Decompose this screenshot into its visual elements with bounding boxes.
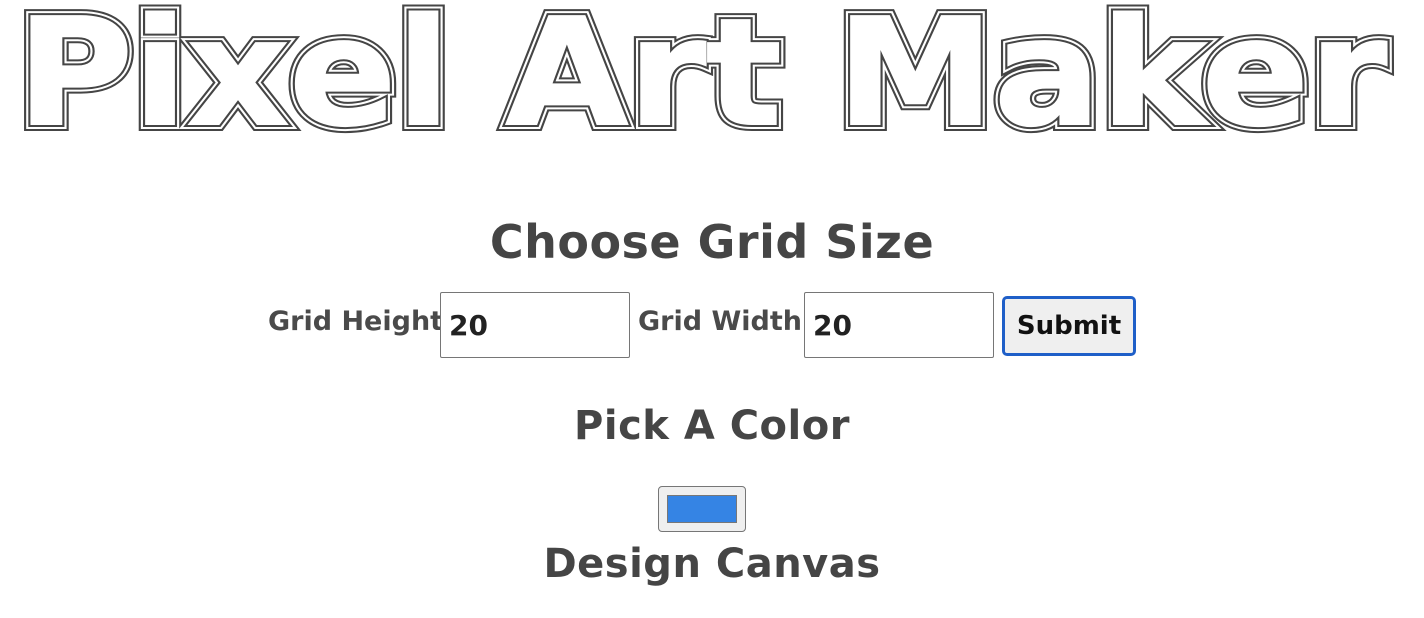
color-swatch — [667, 495, 737, 523]
page-title-art: Pixel Art Maker Pixel Art Maker Pixel Ar… — [10, 0, 1394, 140]
design-canvas-heading: Design Canvas — [543, 541, 881, 587]
page-title-stripe-inner: Pixel Art Maker — [17, 0, 1387, 140]
grid-height-input[interactable] — [440, 292, 630, 358]
page-title: Pixel Art Maker Pixel Art Maker Pixel Ar… — [0, 0, 1424, 140]
color-picker[interactable] — [658, 486, 746, 532]
submit-button[interactable]: Submit — [1002, 296, 1136, 356]
choose-grid-size-heading: Choose Grid Size — [489, 215, 935, 269]
grid-width-input[interactable] — [804, 292, 994, 358]
grid-height-label: Grid Height: — [268, 306, 454, 337]
grid-size-form: Grid Height: Grid Width: Submit — [0, 292, 1424, 360]
grid-width-label: Grid Width: — [638, 306, 813, 337]
pick-color-heading: Pick A Color — [574, 403, 850, 449]
